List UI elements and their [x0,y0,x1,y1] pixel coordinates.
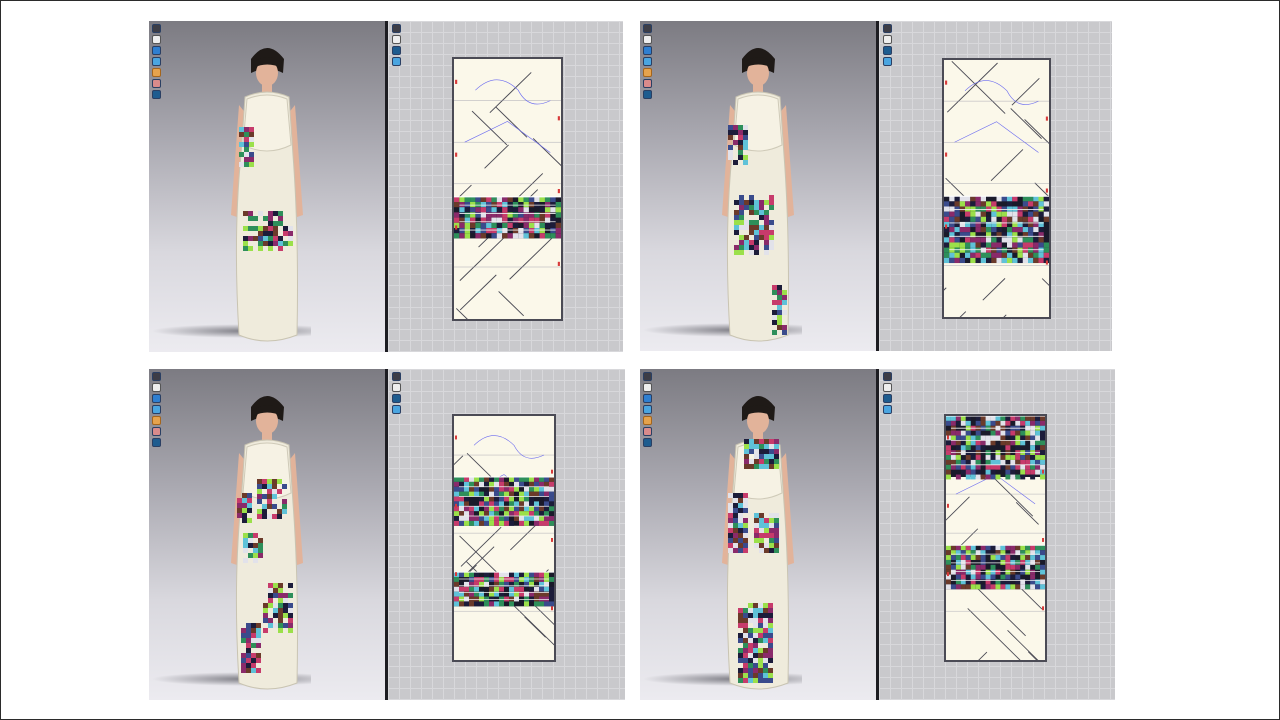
select-tool-icon[interactable] [643,35,652,44]
avatar-tool-icon[interactable] [643,427,652,436]
move-tool-icon[interactable] [643,372,652,381]
screenshot-panel-1 [149,21,623,352]
zoom-tool-icon[interactable] [152,438,161,447]
screenshot-panel-4 [640,369,1115,700]
pattern-2d-view[interactable] [879,369,1115,700]
texture-tool-icon[interactable] [643,46,652,55]
draped-avatar[interactable] [698,35,818,345]
zoom-tool-icon[interactable] [883,394,892,403]
move-tool-icon[interactable] [392,24,401,33]
screenshot-panel-2 [640,21,1112,351]
avatar-tool-icon[interactable] [152,427,161,436]
fabric-tool-icon[interactable] [643,57,652,66]
pattern-sheet[interactable] [944,414,1047,662]
zoom-tool-icon[interactable] [392,394,401,403]
avatar-3d-viewport[interactable] [149,369,385,700]
fabric-tool-icon[interactable] [883,405,892,414]
zoom-tool-icon[interactable] [883,46,892,55]
screenshot-panel-3 [149,369,625,700]
select-tool-icon[interactable] [392,35,401,44]
avatar-3d-viewport[interactable] [149,21,385,352]
pattern-sheet[interactable] [942,58,1051,319]
fabric-tool-icon[interactable] [392,57,401,66]
select-tool-icon[interactable] [152,383,161,392]
move-tool-icon[interactable] [152,24,161,33]
pen-tool-icon[interactable] [152,416,161,425]
avatar-3d-viewport[interactable] [640,369,876,700]
fabric-tool-icon[interactable] [152,405,161,414]
pattern-sheet[interactable] [452,414,556,662]
move-tool-icon[interactable] [883,24,892,33]
texture-tool-icon[interactable] [152,46,161,55]
avatar-3d-viewport[interactable] [640,21,876,351]
select-tool-icon[interactable] [883,383,892,392]
draped-avatar[interactable] [207,35,327,345]
fabric-tool-icon[interactable] [392,405,401,414]
move-tool-icon[interactable] [643,24,652,33]
pattern-2d-view[interactable] [388,21,623,352]
select-tool-icon[interactable] [152,35,161,44]
viewport-toolbar [643,372,652,447]
move-tool-icon[interactable] [152,372,161,381]
avatar-tool-icon[interactable] [643,79,652,88]
zoom-tool-icon[interactable] [643,90,652,99]
viewport-toolbar [643,24,652,99]
pen-tool-icon[interactable] [643,68,652,77]
avatar-tool-icon[interactable] [152,79,161,88]
select-tool-icon[interactable] [392,383,401,392]
move-tool-icon[interactable] [883,372,892,381]
fabric-tool-icon[interactable] [152,57,161,66]
zoom-tool-icon[interactable] [643,438,652,447]
texture-tool-icon[interactable] [152,394,161,403]
pattern-toolbar [392,372,401,414]
pattern-toolbar [883,24,892,66]
pen-tool-icon[interactable] [152,68,161,77]
pattern-2d-view[interactable] [388,369,625,700]
select-tool-icon[interactable] [643,383,652,392]
pattern-sheet[interactable] [452,57,563,321]
draped-avatar[interactable] [698,383,818,693]
pen-tool-icon[interactable] [643,416,652,425]
zoom-tool-icon[interactable] [152,90,161,99]
select-tool-icon[interactable] [883,35,892,44]
draped-avatar[interactable] [207,383,327,693]
texture-tool-icon[interactable] [643,394,652,403]
move-tool-icon[interactable] [392,372,401,381]
fabric-tool-icon[interactable] [643,405,652,414]
viewport-toolbar [152,24,161,99]
pattern-2d-view[interactable] [879,21,1112,351]
fabric-tool-icon[interactable] [883,57,892,66]
zoom-tool-icon[interactable] [392,46,401,55]
pattern-toolbar [883,372,892,414]
pattern-toolbar [392,24,401,66]
viewport-toolbar [152,372,161,447]
